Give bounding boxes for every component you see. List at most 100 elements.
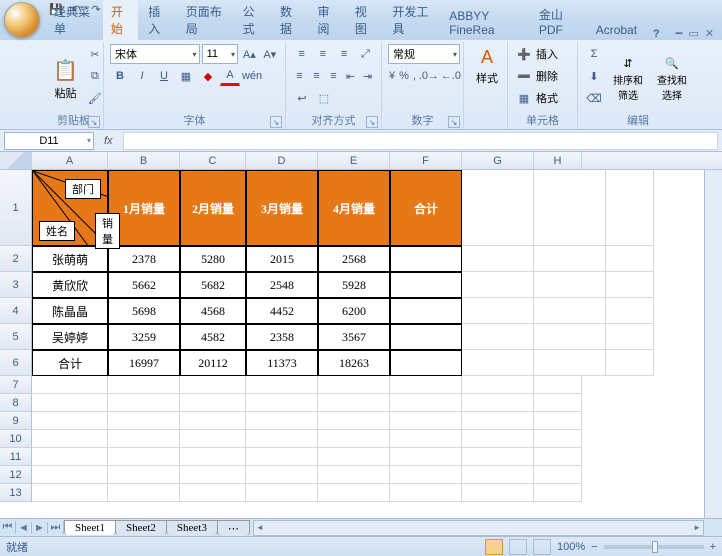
tab-data[interactable]: 数据: [272, 0, 307, 40]
sort-filter-button[interactable]: ⇵ 排序和筛选: [608, 44, 648, 115]
cell-empty[interactable]: [246, 412, 318, 430]
merge-center-icon[interactable]: ⬚: [314, 88, 334, 108]
align-top-icon[interactable]: ≡: [292, 44, 311, 64]
close-icon[interactable]: ✕: [705, 27, 714, 40]
cell-A2[interactable]: 张萌萌: [32, 246, 108, 272]
clipboard-dialog-icon[interactable]: ↘: [88, 116, 100, 128]
cell-empty[interactable]: [462, 394, 534, 412]
cell-empty[interactable]: [462, 324, 534, 350]
cell-E6[interactable]: 18263: [318, 350, 390, 376]
vertical-scrollbar[interactable]: [704, 170, 722, 518]
cell-empty[interactable]: [390, 484, 462, 502]
col-header-G[interactable]: G: [462, 152, 534, 169]
row-header-13[interactable]: 13: [0, 484, 32, 502]
sheet-tab-new[interactable]: ⋯: [217, 520, 250, 536]
row-header-6[interactable]: 6: [0, 350, 32, 376]
row-header-9[interactable]: 9: [0, 412, 32, 430]
find-select-button[interactable]: 🔍 查找和选择: [652, 44, 692, 115]
cell-empty[interactable]: [462, 484, 534, 502]
tab-layout[interactable]: 页面布局: [178, 0, 233, 40]
row-header-4[interactable]: 4: [0, 298, 32, 324]
cell-empty[interactable]: [180, 466, 246, 484]
number-format-select[interactable]: 常规: [388, 44, 460, 64]
cell-F6[interactable]: [390, 350, 462, 376]
col-header-A[interactable]: A: [32, 152, 108, 169]
align-right-icon[interactable]: ≡: [326, 66, 341, 86]
cell-B6[interactable]: 16997: [108, 350, 180, 376]
font-dialog-icon[interactable]: ↘: [270, 116, 282, 128]
cell-empty[interactable]: [318, 448, 390, 466]
cell-empty[interactable]: [108, 466, 180, 484]
delete-cells-icon[interactable]: ➖: [514, 66, 534, 86]
delete-cells-label[interactable]: 删除: [536, 68, 558, 84]
view-normal-icon[interactable]: [485, 539, 503, 555]
cell-empty[interactable]: [180, 376, 246, 394]
row-header-1[interactable]: 1: [0, 170, 32, 246]
tab-classic[interactable]: 经典菜单: [46, 0, 101, 40]
col-header-C[interactable]: C: [180, 152, 246, 169]
cell-empty[interactable]: [180, 484, 246, 502]
cell-empty[interactable]: [606, 350, 654, 376]
cell-empty[interactable]: [390, 376, 462, 394]
cell-empty[interactable]: [108, 394, 180, 412]
sheet-nav-first-icon[interactable]: ⏮: [0, 521, 16, 534]
cell-C3[interactable]: 5682: [180, 272, 246, 298]
bold-button[interactable]: B: [110, 66, 130, 86]
insert-cells-label[interactable]: 插入: [536, 46, 558, 62]
cell-empty[interactable]: [32, 430, 108, 448]
grow-font-icon[interactable]: A▴: [240, 44, 258, 64]
currency-icon[interactable]: ¥: [388, 66, 396, 86]
cell-empty[interactable]: [534, 484, 582, 502]
office-button[interactable]: [4, 2, 40, 38]
italic-button[interactable]: I: [132, 66, 152, 86]
cell-A4[interactable]: 陈晶晶: [32, 298, 108, 324]
cell-empty[interactable]: [246, 430, 318, 448]
cell-empty[interactable]: [462, 272, 534, 298]
cell-A1[interactable]: 部门 销量 姓名: [32, 170, 108, 246]
tab-home[interactable]: 开始: [103, 0, 138, 40]
paste-button[interactable]: 📋 粘贴: [50, 44, 81, 115]
tab-acrobat[interactable]: Acrobat: [588, 20, 645, 40]
header-3[interactable]: 4月销量: [318, 170, 390, 246]
cell-B3[interactable]: 5662: [108, 272, 180, 298]
sheet-tab-2[interactable]: Sheet2: [115, 520, 167, 535]
cell-B4[interactable]: 5698: [108, 298, 180, 324]
dec-decimal-icon[interactable]: ←.0: [441, 66, 461, 86]
format-painter-icon[interactable]: 🖌: [85, 88, 105, 108]
shrink-font-icon[interactable]: A▾: [261, 44, 279, 64]
cell-empty[interactable]: [462, 448, 534, 466]
zoom-in-icon[interactable]: +: [710, 541, 716, 553]
cell-empty[interactable]: [534, 466, 582, 484]
cell-empty[interactable]: [180, 430, 246, 448]
cell-empty[interactable]: [318, 412, 390, 430]
format-cells-label[interactable]: 格式: [536, 90, 558, 106]
cell-empty[interactable]: [246, 448, 318, 466]
align-dialog-icon[interactable]: ↘: [366, 116, 378, 128]
cell-empty[interactable]: [462, 412, 534, 430]
view-layout-icon[interactable]: [509, 539, 527, 555]
tab-review[interactable]: 审阅: [309, 0, 344, 40]
font-size-select[interactable]: 11: [202, 44, 238, 64]
border-button[interactable]: ▦: [176, 66, 196, 86]
cell-C2[interactable]: 5280: [180, 246, 246, 272]
cell-empty[interactable]: [462, 170, 534, 246]
cell-D5[interactable]: 2358: [246, 324, 318, 350]
select-all-corner[interactable]: [0, 152, 32, 169]
orientation-icon[interactable]: ⤢: [356, 44, 375, 64]
row-header-8[interactable]: 8: [0, 394, 32, 412]
tab-abbyy[interactable]: ABBYY FineRea: [441, 6, 529, 40]
row-header-10[interactable]: 10: [0, 430, 32, 448]
col-header-B[interactable]: B: [108, 152, 180, 169]
fill-icon[interactable]: ⬇: [584, 66, 604, 86]
cell-empty[interactable]: [246, 466, 318, 484]
sheet-nav-last-icon[interactable]: ⏭: [48, 521, 64, 534]
autosum-icon[interactable]: Σ: [584, 44, 604, 64]
cell-F4[interactable]: [390, 298, 462, 324]
cell-empty[interactable]: [108, 376, 180, 394]
cell-empty[interactable]: [462, 246, 534, 272]
cell-empty[interactable]: [180, 412, 246, 430]
cell-empty[interactable]: [534, 376, 582, 394]
cell-D4[interactable]: 4452: [246, 298, 318, 324]
percent-icon[interactable]: %: [398, 66, 410, 86]
zoom-out-icon[interactable]: −: [591, 541, 597, 553]
